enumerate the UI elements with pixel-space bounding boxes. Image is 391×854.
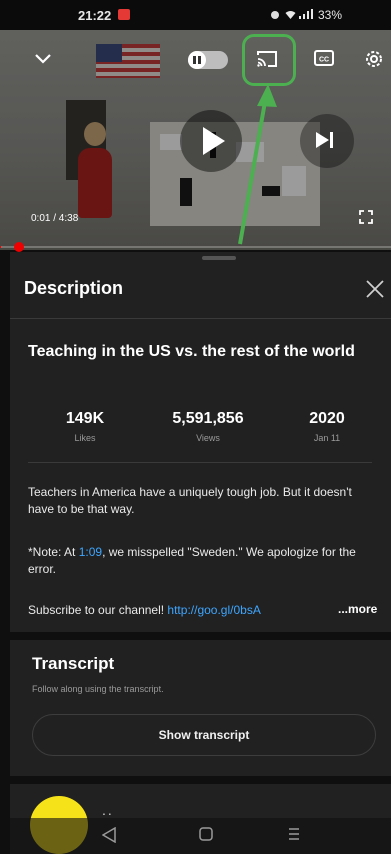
- svg-text:CC: CC: [319, 57, 329, 64]
- views-stat: 5,591,856 Views: [153, 410, 263, 443]
- channel-name-truncated: ..: [102, 802, 114, 818]
- cast-icon[interactable]: [256, 50, 278, 68]
- timestamp-link[interactable]: 1:09: [79, 545, 102, 559]
- likes-count: 149K: [65, 410, 105, 427]
- signal-icon: [299, 9, 313, 19]
- play-icon: [203, 127, 225, 155]
- likes-stat: 149K Likes: [30, 410, 140, 443]
- drag-handle[interactable]: [202, 256, 236, 260]
- section-separator: [10, 776, 391, 784]
- channel-link[interactable]: http://goo.gl/0bsA: [167, 603, 260, 617]
- upload-date: Jan 11: [313, 433, 341, 443]
- transcript-subtitle: Follow along using the transcript.: [32, 684, 164, 694]
- status-time: 21:22: [78, 8, 112, 23]
- description-text: Teachers in America have a uniquely toug…: [28, 485, 352, 516]
- captions-icon[interactable]: CC: [314, 50, 334, 66]
- settings-gear-icon[interactable]: [363, 48, 385, 70]
- autoplay-toggle[interactable]: [188, 51, 228, 69]
- home-icon[interactable]: [199, 827, 213, 841]
- scrubber-handle[interactable]: [14, 242, 24, 252]
- chevron-down-icon[interactable]: [34, 52, 52, 64]
- show-transcript-button[interactable]: Show transcript: [32, 714, 376, 756]
- views-count: 5,591,856: [172, 410, 244, 427]
- panel-title: Description: [24, 278, 124, 298]
- alarm-icon: [271, 11, 279, 19]
- progress-fill: [0, 246, 2, 248]
- divider: [28, 462, 372, 463]
- upload-year: 2020: [309, 410, 345, 427]
- notification-icon: [118, 9, 130, 20]
- recent-apps-icon[interactable]: [287, 826, 301, 842]
- description-note: *Note: At 1:09, we misspelled "Sweden." …: [28, 545, 356, 576]
- section-separator: [10, 632, 391, 640]
- system-nav-bar: [0, 818, 391, 854]
- likes-label: Likes: [74, 433, 96, 443]
- date-stat: 2020 Jan 11: [272, 410, 382, 443]
- divider: [10, 318, 391, 319]
- more-button[interactable]: ...more: [338, 602, 377, 616]
- pause-icon: [193, 56, 201, 64]
- skip-next-icon: [316, 132, 333, 148]
- video-title: Teaching in the US vs. the rest of the w…: [28, 343, 355, 360]
- close-icon[interactable]: [366, 280, 384, 298]
- progress-bar[interactable]: [0, 246, 391, 248]
- fullscreen-icon[interactable]: [359, 210, 373, 224]
- status-bar: 21:22 33%: [0, 0, 391, 30]
- wifi-icon: [285, 11, 296, 19]
- subscribe-text: Subscribe to our channel! http://goo.gl/…: [28, 603, 261, 617]
- video-player[interactable]: CC 0:01 / 4:38: [0, 30, 391, 250]
- back-icon[interactable]: [102, 827, 116, 843]
- battery-level: 33%: [318, 8, 343, 22]
- transcript-title: Transcript: [32, 654, 115, 673]
- views-label: Views: [196, 433, 220, 443]
- time-readout: 0:01 / 4:38: [31, 213, 79, 224]
